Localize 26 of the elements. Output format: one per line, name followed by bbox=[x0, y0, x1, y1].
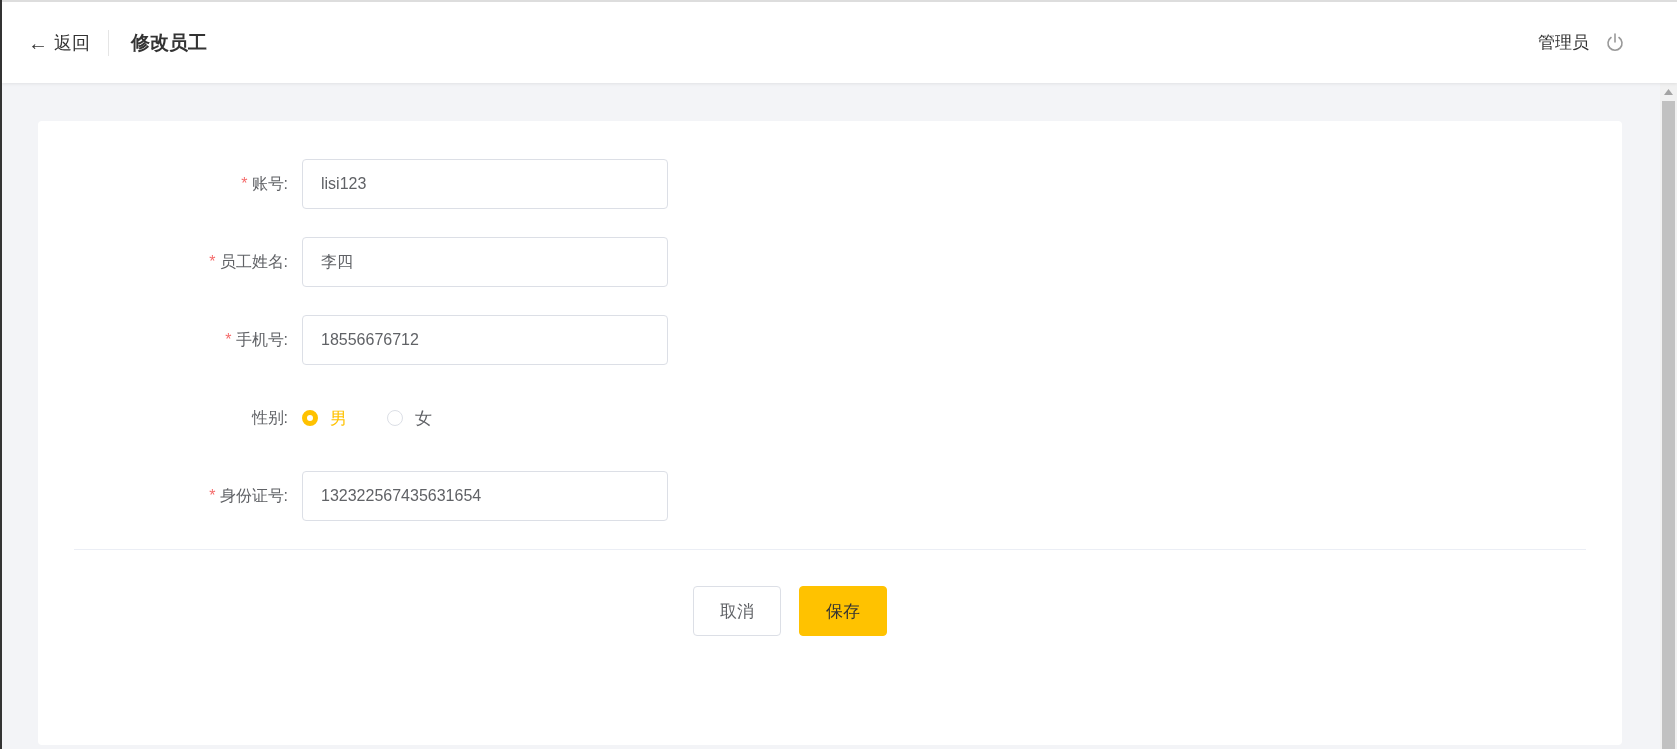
radio-option[interactable]: 女 bbox=[387, 406, 432, 430]
radio-button[interactable] bbox=[387, 410, 403, 426]
page-title: 修改员工 bbox=[131, 30, 207, 55]
power-icon[interactable] bbox=[1605, 32, 1625, 53]
radio-button[interactable] bbox=[302, 410, 318, 426]
field-label: 员工姓名: bbox=[219, 252, 288, 270]
field-label: 身份证号: bbox=[219, 486, 288, 504]
input-field[interactable]: 李四 bbox=[302, 237, 668, 287]
field-label: 手机号: bbox=[235, 330, 288, 348]
input-field[interactable]: 132322567435631654 bbox=[302, 471, 668, 521]
scroll-up-icon[interactable] bbox=[1664, 89, 1673, 95]
back-label: 返回 bbox=[54, 31, 90, 55]
field-label: 性别: bbox=[251, 408, 288, 426]
input-field[interactable]: 18556676712 bbox=[302, 315, 668, 365]
required-mark: * bbox=[225, 330, 232, 348]
back-link[interactable]: ← 返回 bbox=[28, 30, 90, 55]
scrollbar-thumb[interactable] bbox=[1662, 101, 1675, 749]
required-mark: * bbox=[241, 174, 248, 192]
input-field[interactable]: lisi123 bbox=[302, 159, 668, 209]
required-mark: * bbox=[209, 252, 216, 270]
cancel-button[interactable]: 取消 bbox=[693, 586, 781, 636]
user-name: 管理员 bbox=[1538, 32, 1589, 54]
save-button[interactable]: 保存 bbox=[799, 586, 887, 636]
field-label: 账号: bbox=[251, 174, 288, 192]
back-arrow-icon: ← bbox=[28, 32, 48, 53]
required-mark: * bbox=[209, 486, 216, 504]
